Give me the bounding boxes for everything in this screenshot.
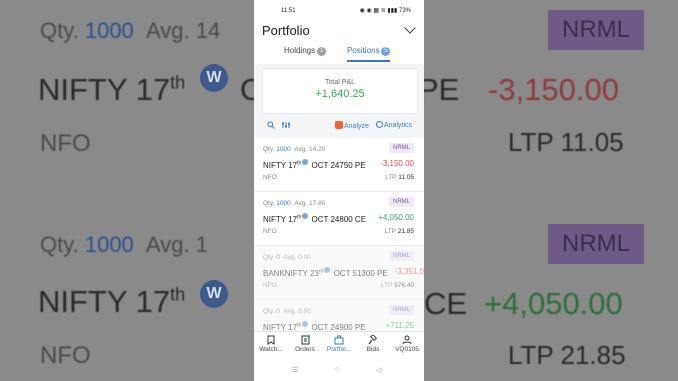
search-icon[interactable] [267,121,275,131]
total-pnl-label: Total P&L [325,79,355,86]
nav-watchlist[interactable]: Watch... [254,335,288,353]
bg-pnl-row-2: +4,050.00 [484,286,623,321]
portfolio-icon [322,335,356,346]
tab-positions[interactable]: Positions 5 [347,46,391,62]
phone-screen: 11:51 ◉ ◉ ▦ ≋ ▮▮▮ 73% Portfolio Holdings… [254,0,424,381]
instrument-name: NIFTY 17th OCT 24800 CE [263,213,367,224]
analyze-label: Analyze [344,123,369,130]
chevron-down-icon[interactable] [404,22,416,34]
weekly-icon [302,159,309,165]
nav-orders-label: Orders [295,346,315,353]
analyze-button[interactable]: Analyze [335,121,369,130]
active-tab-underline [347,60,391,62]
nav-orders[interactable]: Orders [288,335,322,353]
ltp-value: LTP 11.05 [385,174,414,181]
gavel-icon [356,333,390,346]
position-pnl: -3,351.0 [394,267,424,276]
position-qty: Qty. 0 Avg. 0.00 [263,308,311,315]
bg-w-badge-2: W [200,280,228,308]
bg-nrml-badge-1: NRML [548,10,645,50]
weekly-icon [302,213,309,219]
bottom-nav: Watch... Orders Portfol... Bids VQ0105 [254,331,424,362]
product-badge: NRML [388,143,414,153]
total-pnl-card: Total P&L +1,640.25 [262,68,418,114]
bg-pnl-row-1: -3,150.00 [488,72,619,107]
nav-bids-label: Bids [366,346,380,353]
nav-bids[interactable]: Bids [356,333,390,353]
analytics-label: Analytics [384,122,413,129]
positions-list: Qty. 1000 Avg. 14.20 NRML NIFTY 17th OCT… [254,138,424,354]
weekly-icon [324,267,331,273]
tab-positions-count: 5 [381,47,391,56]
menu-icon[interactable]: ☰ [292,366,298,374]
instrument-name: NIFTY 17th OCT 24750 PE [263,159,366,170]
ltp-value: LTP 21.85 [384,228,414,235]
filter-icon[interactable] [282,121,290,131]
tab-holdings[interactable]: Holdings 1 [284,46,327,56]
position-pnl: +4,050.00 [378,213,414,222]
position-qty: Qty. 1000 Avg. 14.20 [263,146,326,153]
nav-watchlist-label: Watch... [259,346,283,353]
exchange-label: NFO [263,174,277,181]
nav-profile[interactable]: VQ0105 [390,335,424,353]
bg-exch-row-1: NFO [40,130,91,157]
position-pnl: -3,150.00 [380,159,414,168]
bg-qty-row-1: Qty. 1000 Avg. 14 [40,18,221,43]
position-row[interactable]: Qty. 1000 Avg. 14.20 NRML NIFTY 17th OCT… [254,138,424,192]
nav-profile-label: VQ0105 [395,346,419,353]
bg-suffix-row-1: PE [418,72,460,107]
status-time: 11:51 [281,8,296,14]
position-row[interactable]: Qty. 1000 Avg. 17.80 NRML NIFTY 17th OCT… [254,192,424,246]
weekly-icon [302,321,309,327]
bg-w-badge-1: W [200,64,228,92]
analyze-icon [335,121,343,129]
nav-portfolio-label: Portfol... [326,346,352,353]
bg-ltp-row-1: LTP 11.05 [508,127,624,157]
product-badge: NRML [388,251,414,261]
product-badge: NRML [388,197,414,207]
user-icon [390,335,424,346]
positions-toolbar: Analyze Analytics [254,118,424,134]
back-icon[interactable]: ◁ [376,366,381,374]
bg-name-row-1: NIFTY 17th [38,72,186,107]
tab-holdings-label: Holdings [284,46,316,55]
bg-nrml-badge-2: NRML [548,224,645,264]
portfolio-header: Portfolio Holdings 1 Positions 5 [254,22,424,64]
bg-suffix-row-2: CE [424,286,468,321]
bg-exch-row-2: NFO [40,342,91,369]
analytics-button[interactable]: Analytics [376,121,412,129]
page-title: Portfolio [262,23,310,38]
status-indicators: ◉ ◉ ▦ ≋ ▮▮▮ 73% [359,8,411,14]
analytics-icon [376,121,383,128]
exchange-label: NFO [263,282,277,289]
bg-qty-row-2: Qty. 1000 Avg. 1 [40,232,209,257]
nav-portfolio[interactable]: Portfol... [322,335,356,353]
bg-ltp-row-2: LTP 21.85 [508,340,626,370]
tab-holdings-count: 1 [317,47,327,56]
orders-icon [288,335,322,346]
bg-name-row-2: NIFTY 17th [38,284,186,319]
instrument-name: BANKNIFTY 23rd OCT 51300 PE [263,267,388,278]
exchange-label: NFO [263,228,277,235]
total-pnl-value: +1,640.25 [315,88,365,100]
portfolio-tabs: Holdings 1 Positions 5 [254,46,424,64]
product-badge: NRML [388,305,414,315]
tab-positions-label: Positions [347,46,380,55]
position-pnl: +711.25 [385,321,414,330]
position-qty: Qty. 1000 Avg. 17.80 [263,200,326,207]
position-qty: Qty. 0 Avg. 0.00 [263,254,311,261]
ltp-value: LTP 376.40 [380,282,414,289]
home-icon[interactable]: ○ [335,366,339,373]
system-nav-bar: ☰ ○ ◁ [254,361,424,381]
status-bar: 11:51 ◉ ◉ ▦ ≋ ▮▮▮ 73% [254,0,424,22]
bookmark-icon [254,335,288,346]
position-row[interactable]: Qty. 0 Avg. 0.00 NRML BANKNIFTY 23rd OCT… [254,246,424,300]
